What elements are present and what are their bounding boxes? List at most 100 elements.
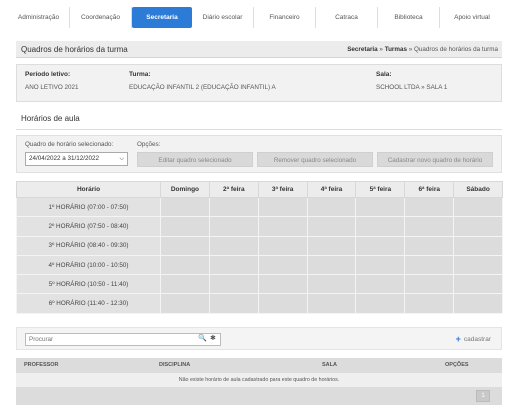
grid-header-terca: 3ª feira [257,181,308,198]
grid-cell[interactable] [355,293,406,314]
nav-apoio-virtual[interactable]: Apoio virtual [440,7,504,28]
class-info-panel: Período letivo: ANO LETIVO 2021 Turma: E… [16,64,502,102]
breadcrumb-turmas[interactable]: Turmas [385,46,407,53]
grid-hour-label: 5º HORÁRIO (10:50 - 11:40) [16,274,161,295]
schedule-select-label: Quadro de horário selecionado: [25,141,114,148]
add-schedule-button[interactable]: + cadastrar [456,334,491,344]
grid-row: 1º HORÁRIO (07:00 - 07:50) [16,196,504,218]
grid-cell[interactable] [306,274,357,295]
plus-icon: + [455,334,461,344]
periodo-label: Período letivo: [25,71,71,78]
grid-cell[interactable] [404,293,455,314]
col-header-sala: SALA [322,362,337,368]
grid-cell[interactable] [208,196,259,218]
add-button-label: cadastrar [463,336,491,343]
section-title: Horários de aula [21,114,80,123]
grid-cell[interactable] [453,216,504,237]
grid-cell[interactable] [404,196,455,218]
turma-info: Turma: EDUCAÇÃO INFANTIL 2 (EDUCAÇÃO INF… [129,71,276,91]
breadcrumb-separator: » [377,46,385,53]
grid-cell[interactable] [306,235,357,256]
pagination-page-button[interactable]: 1 [476,390,490,402]
grid-cell[interactable] [160,216,210,237]
grid-cell[interactable] [208,293,259,314]
grid-cell[interactable] [355,254,406,276]
nav-biblioteca[interactable]: Biblioteca [378,7,440,28]
grid-cell[interactable] [208,216,259,237]
page-title: Quadros de horários da turma [21,45,128,54]
grid-header-sexta: 6ª feira [404,181,455,198]
section-header: Horários de aula [16,108,502,130]
grid-cell[interactable] [453,254,504,276]
grid-header-quarta: 4ª feira [306,181,357,198]
grid-cell[interactable] [355,196,406,218]
opcoes-label: Opções: [137,141,161,148]
grid-cell[interactable] [306,216,357,237]
grid-row: 4º HORÁRIO (10:00 - 10:50) [16,254,504,276]
col-header-opcoes: OPÇÕES [445,362,469,368]
search-toolbar: 🔍 ✱ +cadastrar [16,327,502,350]
search-icon[interactable]: 🔍 [198,334,207,342]
grid-cell[interactable] [404,216,455,237]
grid-cell[interactable] [453,235,504,256]
grid-cell[interactable] [208,254,259,276]
grid-cell[interactable] [306,293,357,314]
grid-cell[interactable] [306,196,357,218]
search-input[interactable] [25,333,221,346]
grid-row: 2º HORÁRIO (07:50 - 08:40) [16,216,504,237]
grid-cell[interactable] [160,196,210,218]
grid-cell[interactable] [306,254,357,276]
grid-cell[interactable] [257,235,308,256]
breadcrumb-secretaria[interactable]: Secretaria [347,46,377,53]
grid-cell[interactable] [453,274,504,295]
grid-cell[interactable] [160,254,210,276]
grid-cell[interactable] [257,196,308,218]
clear-search-icon[interactable]: ✱ [210,334,216,342]
col-header-professor: PROFESSOR [24,362,59,368]
schedule-select-value: 24/04/2022 a 31/12/2022 [29,155,100,162]
new-schedule-button[interactable]: Cadastrar novo quadro de horário [377,152,493,167]
grid-hour-label: 6º HORÁRIO (11:40 - 12:30) [16,293,161,314]
grid-header-domingo: Domingo [160,181,210,198]
nav-coordenacao[interactable]: Coordenação [70,7,132,28]
grid-header-quinta: 5ª feira [355,181,406,198]
periodo-value: ANO LETIVO 2021 [25,84,79,91]
grid-cell[interactable] [453,293,504,314]
grid-cell[interactable] [355,235,406,256]
grid-cell[interactable] [404,274,455,295]
grid-cell[interactable] [404,254,455,276]
nav-catraca[interactable]: Catraca [316,7,378,28]
grid-cell[interactable] [160,235,210,256]
grid-cell[interactable] [355,274,406,295]
grid-row: 5º HORÁRIO (10:50 - 11:40) [16,274,504,295]
grid-header-sabado: Sábado [453,181,504,198]
remove-schedule-button[interactable]: Remover quadro selecionado [257,152,373,167]
grid-header-row: Horário Domingo 2ª feira 3ª feira 4ª fei… [16,181,504,198]
grid-cell[interactable] [160,293,210,314]
grid-cell[interactable] [453,196,504,218]
nav-financeiro[interactable]: Financeiro [254,7,316,28]
grid-cell[interactable] [404,235,455,256]
grid-header-segunda: 2ª feira [208,181,259,198]
chevron-down-icon: ⌵ [119,156,124,162]
grid-row: 6º HORÁRIO (11:40 - 12:30) [16,293,504,314]
grid-cell[interactable] [355,216,406,237]
breadcrumb-current: Quadros de horários da turma [413,46,498,53]
page-header: Quadros de horários da turma Secretaria … [16,41,502,58]
grid-cell[interactable] [160,274,210,295]
grid-hour-label: 3º HORÁRIO (08:40 - 09:30) [16,235,161,256]
nav-diario-escolar[interactable]: Diário escolar [192,7,254,28]
grid-cell[interactable] [257,216,308,237]
grid-cell[interactable] [257,254,308,276]
grid-hour-label: 1º HORÁRIO (07:00 - 07:50) [16,196,161,218]
grid-row: 3º HORÁRIO (08:40 - 09:30) [16,235,504,256]
grid-cell[interactable] [257,293,308,314]
nav-secretaria[interactable]: Secretaria [132,7,192,28]
edit-schedule-button[interactable]: Editar quadro selecionado [137,152,253,167]
grid-cell[interactable] [257,274,308,295]
grid-hour-label: 2º HORÁRIO (07:50 - 08:40) [16,216,161,237]
grid-cell[interactable] [208,235,259,256]
nav-administracao[interactable]: Administração [8,7,70,28]
schedule-select[interactable]: 24/04/2022 a 31/12/2022 ⌵ [25,152,128,166]
grid-cell[interactable] [208,274,259,295]
